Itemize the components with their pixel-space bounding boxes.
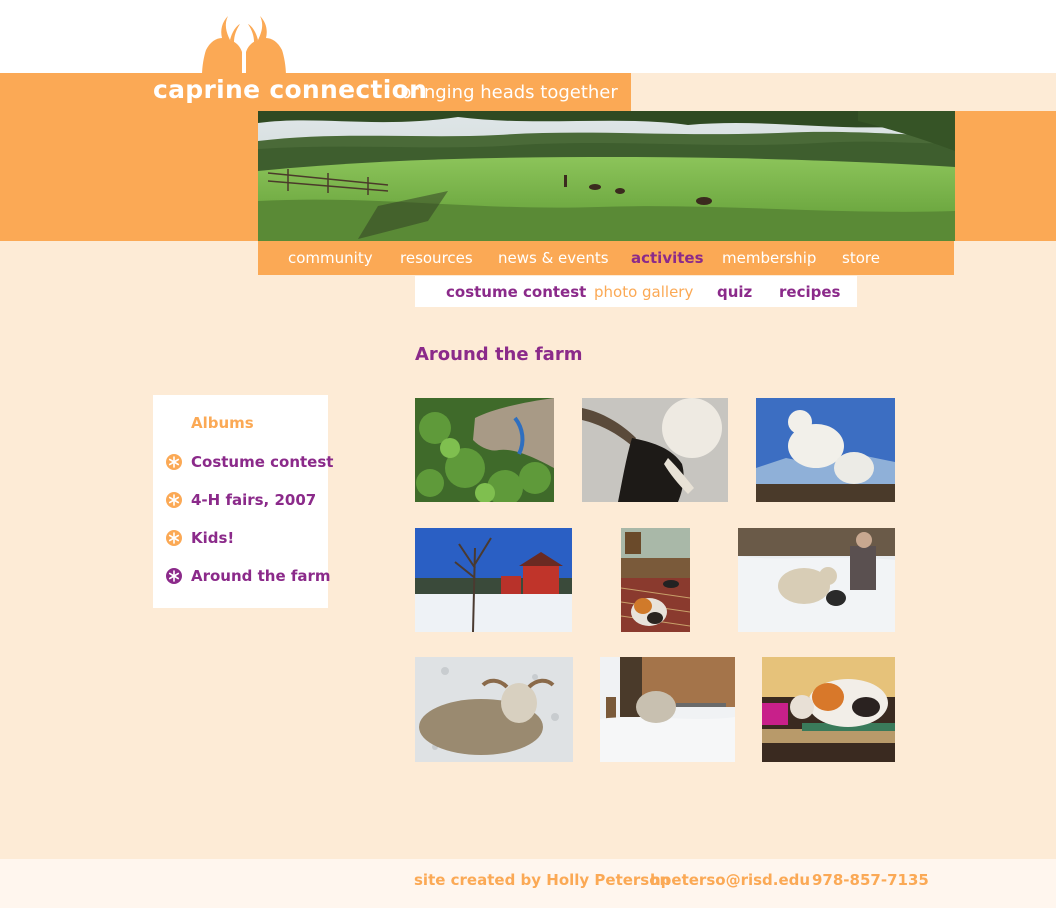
header-top-area <box>0 0 1056 73</box>
site-name[interactable]: caprine connection <box>153 75 427 104</box>
subnav-costume-contest[interactable]: costume contest <box>446 283 586 301</box>
hero-image <box>258 111 955 241</box>
photo-calico-cat-bench[interactable] <box>762 657 895 762</box>
photo-white-goat-kids[interactable] <box>756 398 895 502</box>
nav-news-events[interactable]: news & events <box>498 249 609 267</box>
asterisk-flower-icon <box>166 568 182 584</box>
page-title: Around the farm <box>415 344 583 365</box>
album-label: Around the farm <box>191 567 331 585</box>
goats-logo-icon[interactable] <box>196 10 292 76</box>
nav-community[interactable]: community <box>288 249 373 267</box>
footer: site created by Holly Peterson hpeterso@… <box>0 859 1056 908</box>
sub-nav: costume contest photo gallery quiz recip… <box>415 276 857 307</box>
footer-credit: site created by Holly Peterson <box>414 871 671 889</box>
asterisk-flower-icon <box>166 492 182 508</box>
photo-sheep-snow-person[interactable] <box>738 528 895 632</box>
albums-sidebar: Albums Costume contest 4-H fairs, 2007 K… <box>153 395 333 608</box>
nav-store[interactable]: store <box>842 249 880 267</box>
photo-angora-goat-snow[interactable] <box>415 657 573 762</box>
asterisk-flower-icon <box>166 530 182 546</box>
photo-goat-horns-sky[interactable] <box>582 398 728 502</box>
photo-red-barn-snow[interactable] <box>415 528 572 632</box>
nav-resources[interactable]: resources <box>400 249 473 267</box>
footer-phone: 978-857-7135 <box>812 871 929 889</box>
site-tagline: bringing heads together <box>400 82 618 103</box>
album-label: Kids! <box>191 529 235 547</box>
album-label: 4-H fairs, 2007 <box>191 491 317 509</box>
subnav-recipes[interactable]: recipes <box>779 283 840 301</box>
subnav-photo-gallery[interactable]: photo gallery <box>594 283 693 301</box>
nav-activites[interactable]: activites <box>631 249 704 267</box>
nav-membership[interactable]: membership <box>722 249 816 267</box>
footer-email-link[interactable]: hpeterso@risd.edu <box>650 871 810 889</box>
main-nav: community resources news & events activi… <box>258 241 954 275</box>
header-strip <box>631 73 1056 111</box>
album-label: Costume contest <box>191 453 334 471</box>
photo-calico-cat-rug[interactable] <box>621 528 690 632</box>
albums-heading: Albums <box>191 414 254 432</box>
asterisk-flower-icon <box>166 454 182 470</box>
subnav-quiz[interactable]: quiz <box>717 283 752 301</box>
photo-goat-grazing[interactable] <box>415 398 554 502</box>
photo-goat-shed-snow[interactable] <box>600 657 735 762</box>
